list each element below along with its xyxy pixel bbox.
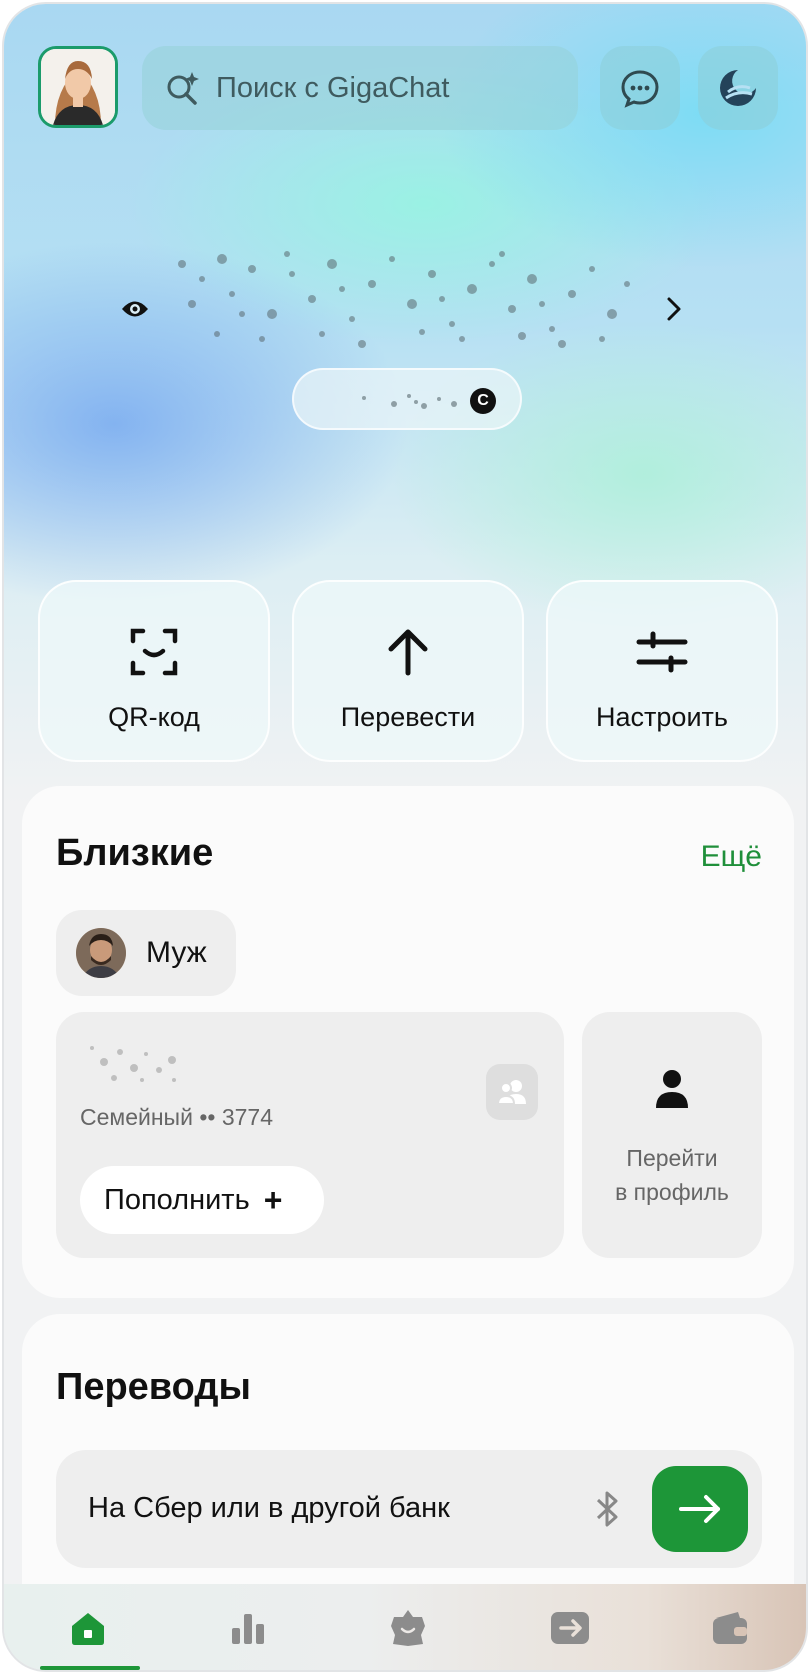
qr-scan-icon xyxy=(129,624,179,680)
eye-icon[interactable] xyxy=(120,298,150,325)
moon-logo-icon xyxy=(720,70,756,106)
group-icon xyxy=(486,1064,538,1120)
plus-icon: + xyxy=(263,1181,283,1218)
tab-home[interactable] xyxy=(66,1606,110,1650)
transfer-label: Перевести xyxy=(340,702,476,732)
family-account-card[interactable]: Семейный •• 3774 Пополнить + xyxy=(56,1012,564,1258)
settings-button[interactable]: Настроить xyxy=(546,580,778,762)
home-icon xyxy=(72,1613,104,1645)
transfers-title: Переводы xyxy=(56,1366,251,1408)
transfer-row-label: На Сбер или в другой банк xyxy=(88,1492,450,1524)
sber-app-button[interactable] xyxy=(698,46,778,130)
bar-chart-icon xyxy=(232,1614,264,1644)
transfer-go-button[interactable] xyxy=(652,1466,748,1552)
hidden-balance[interactable] xyxy=(162,244,662,364)
more-link[interactable]: Ещё xyxy=(701,840,762,874)
arrow-right-icon xyxy=(679,1495,720,1523)
topup-button[interactable]: Пополнить + xyxy=(80,1166,324,1234)
user-avatar[interactable] xyxy=(38,46,118,128)
search-bar[interactable]: Поиск с GigaChat xyxy=(142,46,578,130)
bluetooth-icon[interactable] xyxy=(592,1490,622,1528)
profile-label-line1: Перейти xyxy=(626,1145,718,1171)
card-number-pill[interactable]: C xyxy=(292,368,522,430)
contact-husband[interactable]: Муж xyxy=(56,910,236,996)
phone-screen: Поиск с GigaChat C QR-код Перевести Наст… xyxy=(2,2,808,1672)
close-ones-title: Близкие xyxy=(56,832,214,874)
tab-payments[interactable] xyxy=(548,1606,592,1650)
go-to-profile-button[interactable]: Перейти в профиль xyxy=(582,1012,762,1258)
transfer-icon xyxy=(551,1612,589,1644)
contact-name: Муж xyxy=(146,936,207,969)
close-ones-card: Близкие Ещё Муж Семейный •• 3774 Пополни… xyxy=(22,786,794,1298)
contact-avatar xyxy=(76,928,126,978)
chat-button[interactable] xyxy=(600,46,680,130)
star-face-icon xyxy=(391,1610,425,1646)
tab-benefits[interactable] xyxy=(386,1606,430,1650)
settings-label: Настроить xyxy=(596,702,728,732)
wallet-icon xyxy=(713,1612,747,1644)
person-icon xyxy=(654,1068,690,1115)
transfer-button[interactable]: Перевести xyxy=(292,580,524,762)
chat-bubble-icon xyxy=(621,70,659,108)
qr-code-label: QR-код xyxy=(108,702,200,732)
profile-label-line2: в профиль xyxy=(615,1179,729,1205)
account-subtitle: Семейный •• 3774 xyxy=(80,1104,273,1130)
qr-code-button[interactable]: QR-код xyxy=(38,580,270,762)
search-placeholder: Поиск с GigaChat xyxy=(216,71,450,104)
active-tab-indicator xyxy=(40,1666,140,1670)
chevron-right-icon[interactable] xyxy=(666,296,682,327)
tab-analytics[interactable] xyxy=(226,1606,270,1650)
tab-wallet[interactable] xyxy=(708,1606,752,1650)
bottom-tab-bar xyxy=(4,1584,806,1670)
card-badge: C xyxy=(470,388,496,414)
arrow-up-icon xyxy=(386,624,430,680)
topup-label: Пополнить xyxy=(104,1183,250,1216)
sliders-icon xyxy=(636,624,688,680)
gigachat-search-icon xyxy=(167,72,199,105)
transfer-to-bank-row[interactable]: На Сбер или в другой банк xyxy=(56,1450,762,1568)
